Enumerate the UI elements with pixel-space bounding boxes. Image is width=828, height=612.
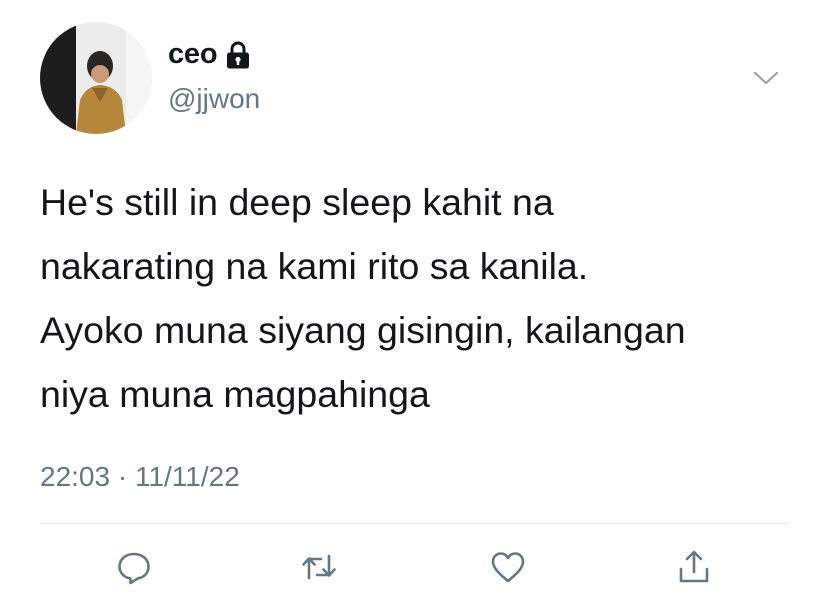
user-handle[interactable]: @jjwon [168, 83, 260, 115]
avatar-image [40, 22, 152, 134]
tweet-timestamp[interactable]: 22:03 · 11/11/22 [40, 461, 240, 493]
like-button[interactable] [485, 544, 531, 590]
chevron-down-icon[interactable] [752, 68, 780, 88]
tweet-text: He's still in deep sleep kahit na nakara… [40, 181, 686, 415]
tweet-card: ceo @jjwon He's still in deep sleep kahi… [0, 0, 828, 612]
share-icon [679, 550, 709, 583]
action-bar [0, 540, 828, 596]
retweet-button[interactable] [296, 544, 342, 590]
divider [40, 523, 788, 524]
display-name[interactable]: ceo [168, 38, 218, 71]
user-name-row: ceo [168, 38, 251, 71]
lock-icon [225, 40, 251, 70]
like-icon [491, 552, 525, 583]
avatar[interactable] [40, 22, 152, 134]
retweet-icon [302, 554, 336, 580]
share-button[interactable] [671, 544, 717, 590]
reply-button[interactable] [111, 544, 157, 590]
reply-icon [118, 552, 150, 585]
